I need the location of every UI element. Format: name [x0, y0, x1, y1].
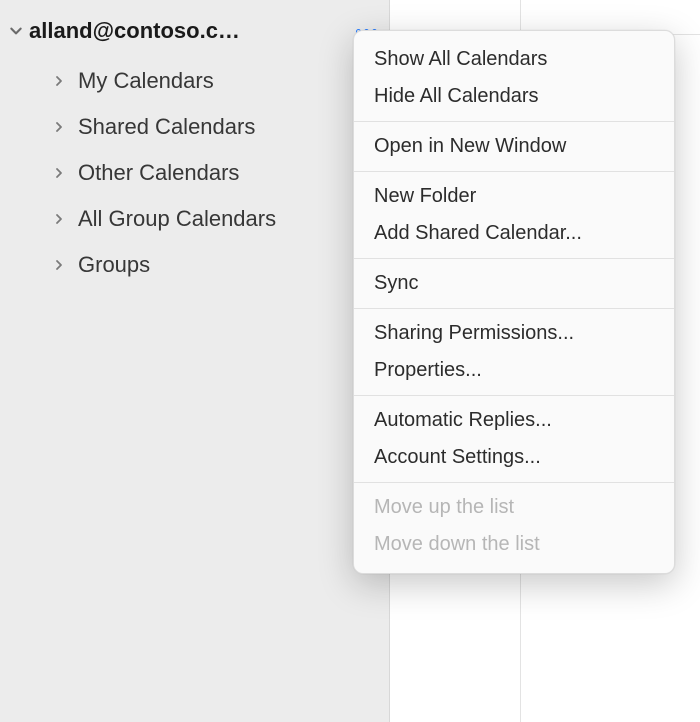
folder-label: Other Calendars	[78, 160, 239, 186]
folder-label: My Calendars	[78, 68, 214, 94]
sidebar-item-groups[interactable]: Groups	[52, 242, 389, 288]
menu-show-all-calendars[interactable]: Show All Calendars	[360, 41, 668, 78]
sidebar-item-all-group-calendars[interactable]: All Group Calendars	[52, 196, 389, 242]
menu-sharing-permissions[interactable]: Sharing Permissions...	[360, 315, 668, 352]
sidebar-item-shared-calendars[interactable]: Shared Calendars	[52, 104, 389, 150]
folder-label: Groups	[78, 252, 150, 278]
menu-add-shared-calendar[interactable]: Add Shared Calendar...	[360, 215, 668, 252]
context-menu: Show All Calendars Hide All Calendars Op…	[353, 30, 675, 574]
chevron-right-icon	[52, 166, 66, 180]
sidebar: alland@contoso.c… My Calendars Shared Ca…	[0, 0, 390, 722]
menu-properties[interactable]: Properties...	[360, 352, 668, 389]
menu-new-folder[interactable]: New Folder	[360, 178, 668, 215]
account-header[interactable]: alland@contoso.c…	[0, 0, 389, 54]
menu-sync[interactable]: Sync	[360, 265, 668, 302]
menu-move-down: Move down the list	[360, 526, 668, 563]
chevron-down-icon	[7, 22, 25, 40]
chevron-right-icon	[52, 258, 66, 272]
menu-automatic-replies[interactable]: Automatic Replies...	[360, 402, 668, 439]
menu-separator	[354, 308, 674, 309]
sidebar-item-my-calendars[interactable]: My Calendars	[52, 58, 389, 104]
menu-open-new-window[interactable]: Open in New Window	[360, 128, 668, 165]
chevron-right-icon	[52, 74, 66, 88]
menu-move-up: Move up the list	[360, 489, 668, 526]
folder-list: My Calendars Shared Calendars Other Cale…	[0, 54, 389, 288]
chevron-right-icon	[52, 120, 66, 134]
menu-hide-all-calendars[interactable]: Hide All Calendars	[360, 78, 668, 115]
folder-label: All Group Calendars	[78, 206, 276, 232]
menu-separator	[354, 482, 674, 483]
menu-separator	[354, 395, 674, 396]
menu-separator	[354, 171, 674, 172]
chevron-right-icon	[52, 212, 66, 226]
menu-separator	[354, 258, 674, 259]
folder-label: Shared Calendars	[78, 114, 255, 140]
account-label: alland@contoso.c…	[29, 18, 348, 44]
menu-separator	[354, 121, 674, 122]
sidebar-item-other-calendars[interactable]: Other Calendars	[52, 150, 389, 196]
menu-account-settings[interactable]: Account Settings...	[360, 439, 668, 476]
